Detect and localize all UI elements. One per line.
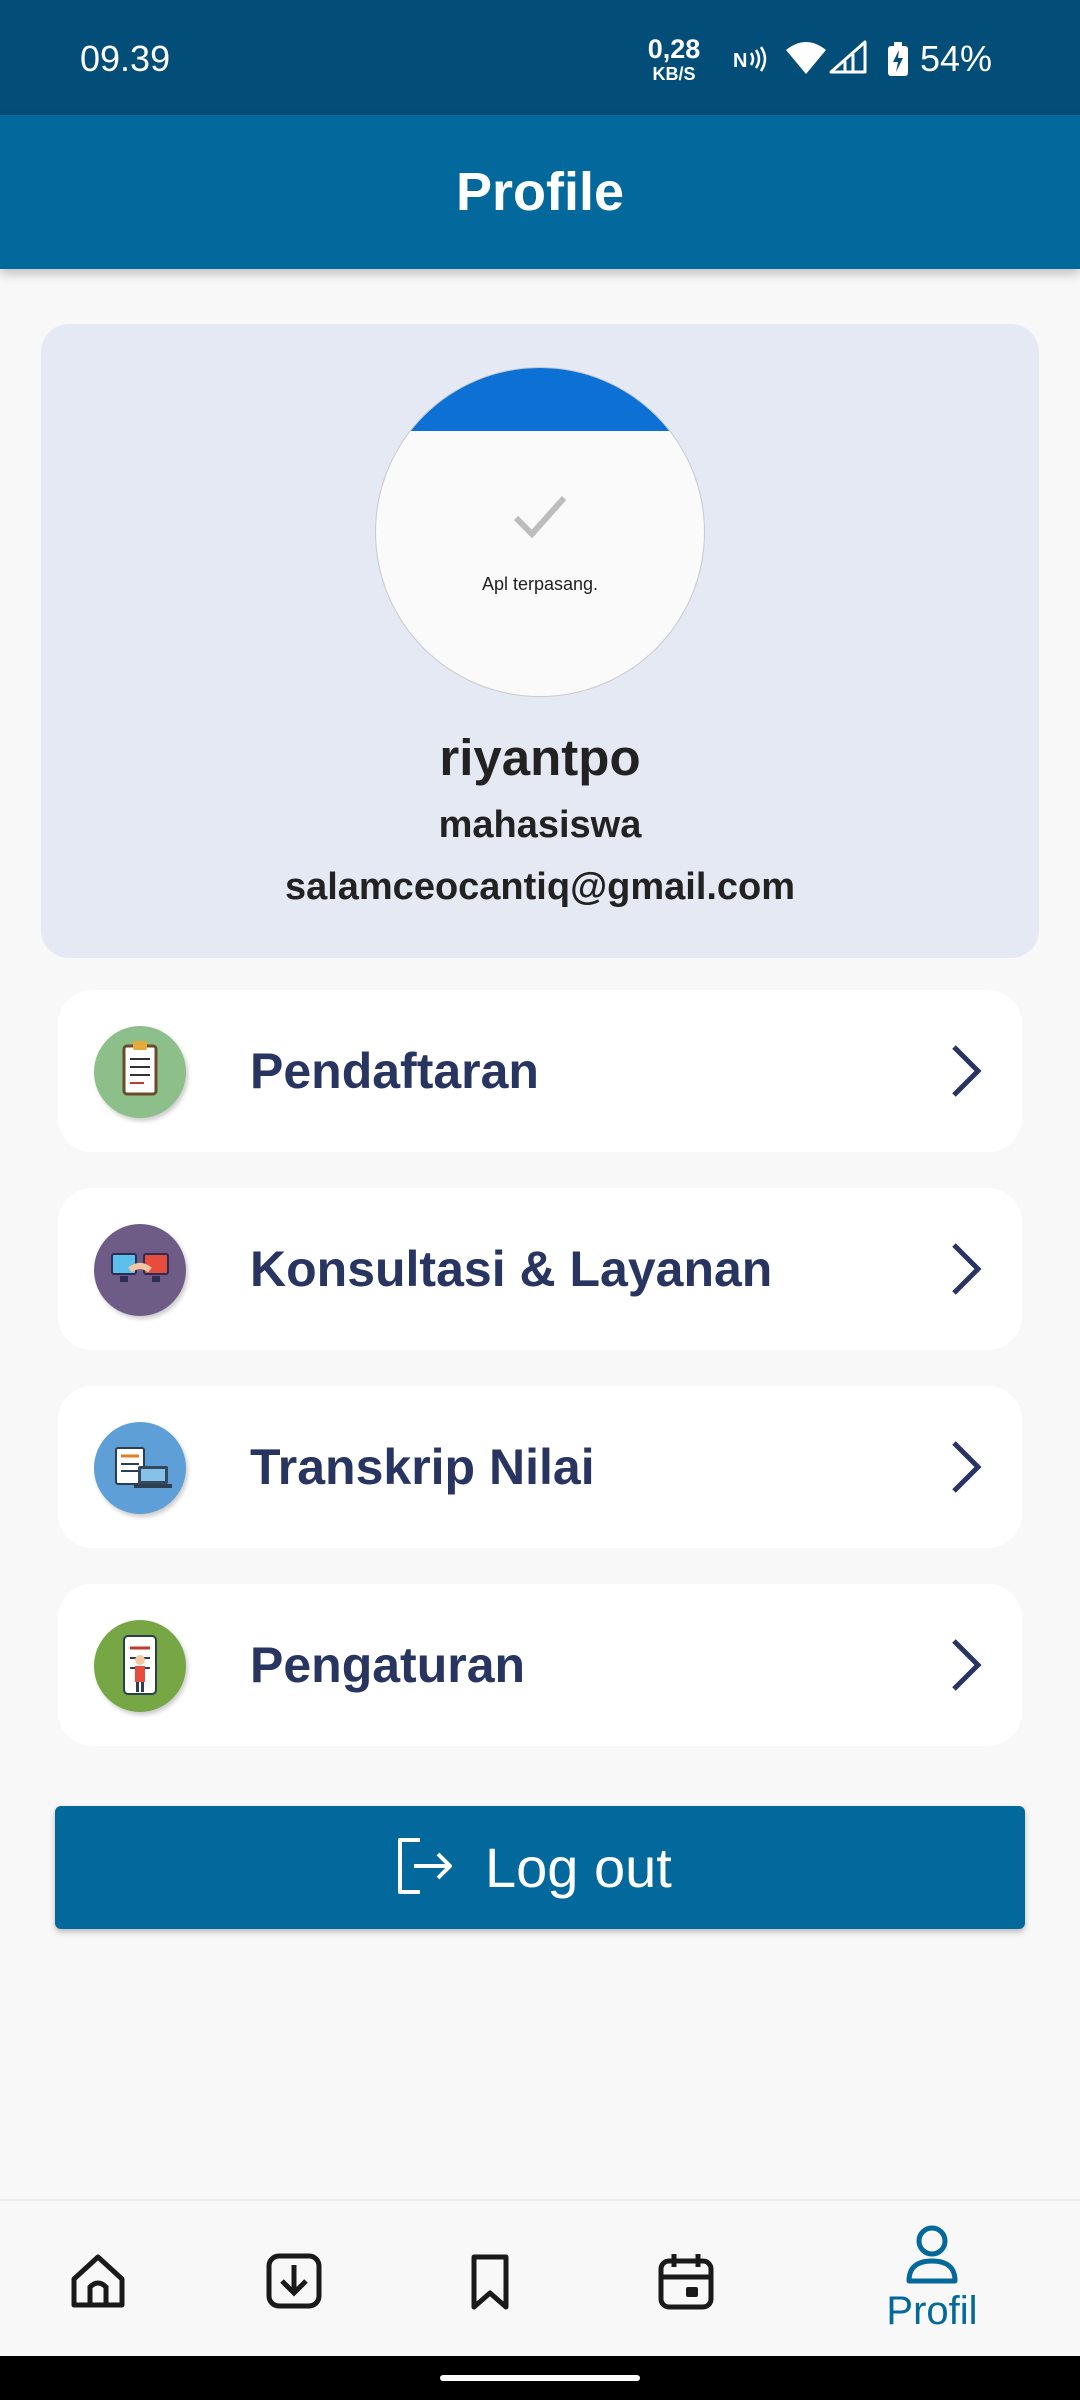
download-icon [266,2253,322,2309]
chevron-right-icon [948,1241,984,1302]
nav-profil[interactable]: Profil [862,2201,1002,2358]
calendar-icon [658,2254,714,2310]
profile-email: salamceocantiq@gmail.com [284,866,796,908]
consultation-icon [94,1224,186,1316]
home-icon [71,2254,125,2308]
logout-icon [394,1836,456,1901]
menu-item-pengaturan[interactable]: Pengaturan [58,1584,1022,1746]
avatar-header-band [376,368,704,431]
profile-role: mahasiswa [438,804,642,846]
network-speed-unit: KB/S [652,64,696,84]
nfc-icon: N [733,45,769,78]
user-icon [906,2225,958,2284]
network-speed: 0,28 KB/S [640,34,708,84]
menu-item-konsultasi-layanan[interactable]: Konsultasi & Layanan [58,1188,1022,1350]
transcript-icon [94,1422,186,1514]
menu-item-label: Pendaftaran [250,1043,539,1099]
app-bar: Profile [0,115,1080,269]
menu-item-label: Transkrip Nilai [250,1439,595,1495]
svg-text:N: N [733,50,747,72]
menu-item-label: Pengaturan [250,1637,526,1693]
menu-item-pendaftaran[interactable]: Pendaftaran [58,990,1022,1152]
chevron-right-icon [948,1439,984,1500]
nav-home[interactable] [40,2201,156,2358]
menu-item-label: Konsultasi & Layanan [250,1241,773,1297]
nav-label-profil: Profil [886,2289,978,2333]
battery-percentage: 54% [920,38,993,79]
bottom-navigation: Profil [0,2199,1080,2358]
bookmark-icon [471,2254,509,2310]
network-speed-value: 0,28 [647,34,701,64]
gesture-handle[interactable] [440,2375,640,2381]
nav-calendar[interactable] [628,2201,744,2358]
avatar-caption: Apl terpasang. [481,574,599,594]
profile-card: Apl terpasang. riyantpo mahasiswa salamc… [41,324,1039,958]
page-title: Profile [455,162,625,222]
clipboard-icon [94,1026,186,1118]
profile-name: riyantpo [439,729,641,786]
avatar[interactable]: Apl terpasang. [376,368,704,696]
chevron-right-icon [948,1043,984,1104]
battery-charging-icon [887,42,909,81]
checkmark-icon [512,494,568,543]
cellular-signal-icon [829,40,869,79]
chevron-right-icon [948,1637,984,1698]
settings-checklist-icon [94,1620,186,1712]
menu-item-transkrip-nilai[interactable]: Transkrip Nilai [58,1386,1022,1548]
nav-bookmark[interactable] [432,2201,548,2358]
status-time: 09.39 [80,38,171,79]
nav-download[interactable] [236,2201,352,2358]
status-bar: 09.39 0,28 KB/S N 54% [0,0,1080,115]
wifi-icon [786,40,826,79]
system-gesture-bar [0,2356,1080,2400]
logout-button[interactable]: Log out [55,1806,1025,1929]
logout-label: Log out [485,1836,672,1899]
